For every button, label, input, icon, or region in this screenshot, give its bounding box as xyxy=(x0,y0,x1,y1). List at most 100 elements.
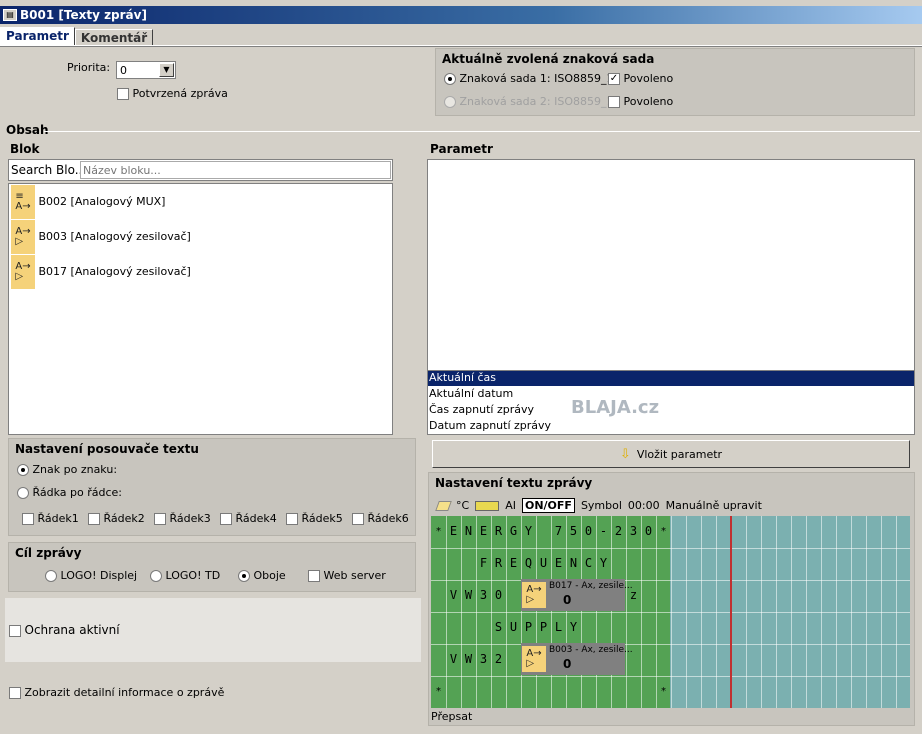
lcd-char[interactable]: W xyxy=(461,580,476,611)
lcd-char[interactable]: 2 xyxy=(611,516,626,547)
target-radio[interactable] xyxy=(238,570,250,582)
lcd-char[interactable]: U xyxy=(536,548,551,579)
lcd-char[interactable]: W xyxy=(461,644,476,675)
block-search-input[interactable] xyxy=(80,161,391,179)
lcd-char[interactable]: P xyxy=(536,612,551,643)
target-logo-display[interactable]: LOGO! Displej xyxy=(45,569,137,582)
lcd-char[interactable]: L xyxy=(551,612,566,643)
ticker-line-radio[interactable] xyxy=(17,487,29,499)
lcd-char[interactable]: Y xyxy=(566,612,581,643)
tab-comment[interactable]: Komentář xyxy=(74,29,154,46)
ticker-row-5[interactable]: Řádek5 xyxy=(286,512,343,525)
lcd-char[interactable]: U xyxy=(506,612,521,643)
parameter-item-current-date[interactable]: Aktuální datum xyxy=(429,387,513,400)
priority-select[interactable]: 0 ▼ xyxy=(116,61,176,79)
lcd-char[interactable]: 3 xyxy=(476,580,491,611)
confirmed-message-checkbox[interactable] xyxy=(117,88,129,100)
charset-1-enabled-option[interactable]: ✓ Povoleno xyxy=(608,72,673,85)
lcd-char[interactable]: Q xyxy=(521,548,536,579)
charset-2-enabled-checkbox[interactable] xyxy=(608,96,620,108)
lcd-char[interactable]: N xyxy=(461,516,476,547)
target-checkbox[interactable] xyxy=(308,570,320,582)
chevron-down-icon[interactable]: ▼ xyxy=(159,63,174,77)
lcd-char[interactable]: E xyxy=(476,516,491,547)
eraser-icon[interactable] xyxy=(435,500,452,511)
lcd-char[interactable]: * xyxy=(656,676,671,707)
lcd-char[interactable]: * xyxy=(431,676,446,707)
lcd-char[interactable]: 0 xyxy=(491,580,506,611)
target-web-server[interactable]: Web server xyxy=(308,569,386,582)
target-radio[interactable] xyxy=(45,570,57,582)
ticker-row-6[interactable]: Řádek6 xyxy=(352,512,409,525)
ticker-char-option[interactable]: Znak po znaku: xyxy=(17,463,117,476)
lcd-char[interactable]: 5 xyxy=(566,516,581,547)
onoff-button[interactable]: ON/OFF xyxy=(521,498,575,513)
ticker-row-checkbox[interactable] xyxy=(286,513,298,525)
lcd-char[interactable]: 3 xyxy=(626,516,641,547)
ticker-row-4[interactable]: Řádek4 xyxy=(220,512,277,525)
details-checkbox[interactable] xyxy=(9,687,21,699)
parameter-item-on-date[interactable]: Datum zapnutí zprávy xyxy=(429,419,551,432)
ai-button[interactable]: AI xyxy=(505,499,516,512)
manual-edit-button[interactable]: Manuálně upravit xyxy=(666,499,762,512)
charset-1-radio[interactable] xyxy=(444,73,456,85)
list-item[interactable]: A→ ▷ B003 [Analogový zesilovač] xyxy=(11,220,191,254)
ticker-line-option[interactable]: Řádka po řádce: xyxy=(17,486,122,499)
target-both[interactable]: Oboje xyxy=(238,569,286,582)
bargraph-icon[interactable] xyxy=(475,500,500,511)
lcd-char[interactable]: E xyxy=(446,516,461,547)
ticker-row-checkbox[interactable] xyxy=(154,513,166,525)
lcd-char[interactable]: Y xyxy=(596,548,611,579)
parameter-item-on-time[interactable]: Čas zapnutí zprávy xyxy=(429,403,534,416)
ticker-row-checkbox[interactable] xyxy=(220,513,232,525)
ticker-row-checkbox[interactable] xyxy=(352,513,364,525)
lcd-char[interactable]: G xyxy=(506,516,521,547)
charset-1-option[interactable]: Znaková sada 1: ISO8859_1 xyxy=(444,72,613,85)
charset-2-enabled-option[interactable]: Povoleno xyxy=(608,95,673,108)
target-radio[interactable] xyxy=(150,570,162,582)
ticker-row-3[interactable]: Řádek3 xyxy=(154,512,211,525)
lcd-char[interactable]: F xyxy=(476,548,491,579)
block-field-b003[interactable]: A→ ▷ B003 - Ax, zesile... 0 xyxy=(521,643,633,675)
details-option[interactable]: Zobrazit detailní informace o zprávě xyxy=(9,686,224,699)
lcd-char[interactable]: P xyxy=(521,612,536,643)
ticker-row-checkbox[interactable] xyxy=(88,513,100,525)
lcd-char[interactable]: 0 xyxy=(641,516,656,547)
lcd-char[interactable]: N xyxy=(566,548,581,579)
lcd-char[interactable]: V xyxy=(446,580,461,611)
lcd-char[interactable]: R xyxy=(491,516,506,547)
lcd-char[interactable]: C xyxy=(581,548,596,579)
charset-2-radio[interactable] xyxy=(444,96,456,108)
lcd-char[interactable]: S xyxy=(491,612,506,643)
lcd-char[interactable]: E xyxy=(551,548,566,579)
lcd-char[interactable]: Y xyxy=(521,516,536,547)
lcd-char[interactable]: V xyxy=(446,644,461,675)
lcd-char[interactable]: - xyxy=(596,516,611,547)
lcd-char[interactable]: * xyxy=(431,516,446,547)
confirmed-message-option[interactable]: Potvrzená zpráva xyxy=(117,87,228,100)
charset-1-enabled-checkbox[interactable]: ✓ xyxy=(608,73,620,85)
protection-checkbox[interactable] xyxy=(9,625,21,637)
list-item[interactable]: ≡ A→ B002 [Analogový MUX] xyxy=(11,185,165,219)
lcd-char[interactable]: 7 xyxy=(551,516,566,547)
charset-2-option[interactable]: Znaková sada 2: ISO8859_1 xyxy=(444,95,613,108)
ticker-row-2[interactable]: Řádek2 xyxy=(88,512,145,525)
block-field-b017[interactable]: A→ ▷ B017 - Ax, zesile... 0 xyxy=(521,579,633,611)
ticker-char-radio[interactable] xyxy=(17,464,29,476)
symbol-button[interactable]: Symbol xyxy=(581,499,622,512)
insert-parameter-button[interactable]: ⇩ Vložit parametr xyxy=(432,440,910,468)
celsius-button[interactable]: °C xyxy=(456,499,469,512)
tab-parameter[interactable]: Parametr xyxy=(0,27,75,46)
list-item[interactable]: A→ ▷ B017 [Analogový zesilovač] xyxy=(11,255,191,289)
lcd-char[interactable]: * xyxy=(656,516,671,547)
time-button[interactable]: 00:00 xyxy=(628,499,660,512)
lcd-char[interactable]: E xyxy=(506,548,521,579)
ticker-row-checkbox[interactable] xyxy=(22,513,34,525)
protection-option[interactable]: Ochrana aktivní xyxy=(9,623,120,637)
target-logo-td[interactable]: LOGO! TD xyxy=(150,569,220,582)
lcd-char[interactable]: 2 xyxy=(491,644,506,675)
lcd-char[interactable]: 0 xyxy=(581,516,596,547)
lcd-char[interactable]: R xyxy=(491,548,506,579)
ticker-row-1[interactable]: Řádek1 xyxy=(22,512,79,525)
parameter-item-current-time[interactable]: Aktuální čas xyxy=(428,371,914,386)
